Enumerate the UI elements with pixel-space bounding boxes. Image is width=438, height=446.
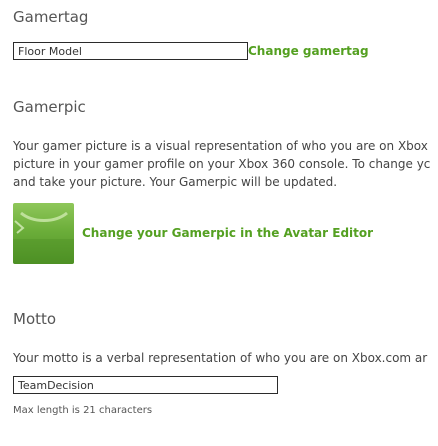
- gamerpic-description-line-3: and take your picture. Your Gamerpic wil…: [13, 175, 338, 189]
- change-gamerpic-link[interactable]: Change your Gamerpic in the Avatar Edito…: [82, 226, 373, 240]
- gamerpic-title: Gamerpic: [13, 98, 86, 116]
- motto-description: Your motto is a verbal representation of…: [13, 351, 428, 365]
- gamerpic-avatar-icon: [13, 211, 74, 264]
- gamertag-title: Gamertag: [13, 8, 89, 26]
- gamerpic-image[interactable]: [13, 203, 74, 264]
- motto-hint: Max length is 21 characters: [13, 405, 153, 416]
- gamertag-input[interactable]: [13, 42, 248, 60]
- gamerpic-description-line-1: Your gamer picture is a visual represent…: [13, 139, 428, 153]
- motto-title: Motto: [13, 310, 57, 328]
- change-gamertag-link[interactable]: Change gamertag: [248, 44, 369, 58]
- motto-input[interactable]: [13, 376, 278, 394]
- gamerpic-description-line-2: picture in your gamer profile on your Xb…: [13, 157, 431, 171]
